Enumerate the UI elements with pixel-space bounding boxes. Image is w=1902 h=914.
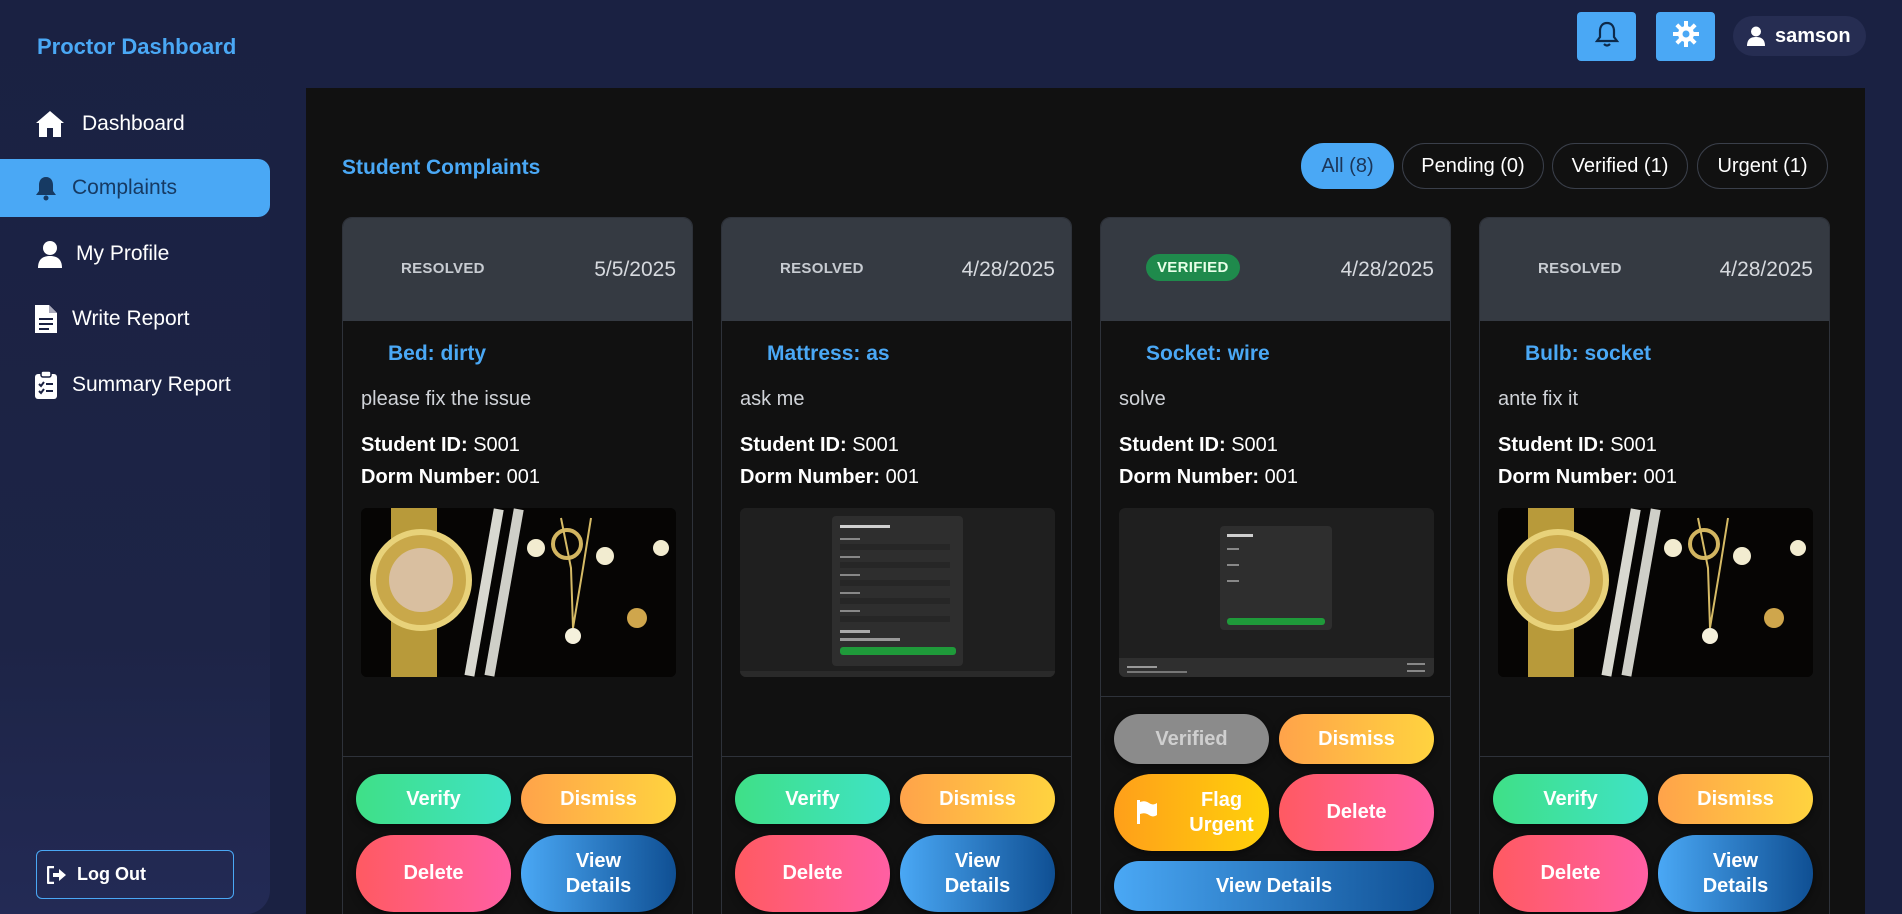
jewelry-photo	[361, 508, 676, 677]
status-badge: RESOLVED	[1538, 260, 1622, 277]
dorm-number: Dorm Number: 001	[361, 466, 540, 488]
user-menu[interactable]: samson	[1733, 16, 1866, 56]
verified-button[interactable]: Verified	[1114, 714, 1269, 764]
complaint-title: Mattress: as	[767, 342, 890, 365]
notifications-button[interactable]	[1577, 12, 1636, 61]
flag-urgent-label: Flag Urgent	[1189, 788, 1254, 836]
view-details-button[interactable]: View Details	[521, 835, 676, 912]
filter-verified[interactable]: Verified (1)	[1552, 143, 1688, 189]
logout-button[interactable]: Log Out	[36, 850, 234, 899]
status-badge: RESOLVED	[401, 260, 485, 277]
student-id: Student ID: S001	[1498, 434, 1657, 456]
delete-button[interactable]: Delete	[735, 835, 890, 912]
dorm-number: Dorm Number: 001	[1498, 466, 1677, 488]
jewelry-photo	[1498, 508, 1813, 677]
card-divider	[343, 756, 692, 757]
complaint-date: 4/28/2025	[1340, 258, 1434, 281]
filter-pending[interactable]: Pending (0)	[1402, 143, 1544, 189]
sidebar-item-label: Write Report	[72, 307, 190, 330]
bell-icon	[1594, 20, 1620, 53]
complaint-card: RESOLVED 4/28/2025 Mattress: as ask me S…	[721, 217, 1072, 914]
student-id: Student ID: S001	[740, 434, 899, 456]
brand-title: Proctor Dashboard	[37, 34, 237, 59]
sidebar-item-write-report[interactable]: Write Report	[0, 290, 270, 348]
dismiss-button[interactable]: Dismiss	[900, 774, 1055, 824]
complaint-image[interactable]	[740, 508, 1055, 677]
card-divider	[722, 756, 1071, 757]
gear-icon	[1672, 20, 1700, 53]
card-header: RESOLVED 5/5/2025	[343, 218, 692, 321]
card-header: RESOLVED 4/28/2025	[1480, 218, 1829, 321]
view-details-button[interactable]: View Details	[1658, 835, 1813, 912]
complaint-description: solve	[1119, 388, 1166, 410]
username: samson	[1775, 24, 1851, 47]
complaint-card: RESOLVED 4/28/2025 Bulb: socket ante fix…	[1479, 217, 1830, 914]
complaint-image[interactable]	[361, 508, 676, 677]
student-id: Student ID: S001	[1119, 434, 1278, 456]
card-divider	[1480, 756, 1829, 757]
dorm-number: Dorm Number: 001	[1119, 466, 1298, 488]
complaint-description: ask me	[740, 388, 805, 410]
user-icon	[34, 238, 66, 270]
card-divider	[1101, 696, 1450, 697]
dismiss-button[interactable]: Dismiss	[521, 774, 676, 824]
complaint-card: VERIFIED 4/28/2025 Socket: wire solve St…	[1100, 217, 1451, 914]
verify-button[interactable]: Verify	[356, 774, 511, 824]
filter-urgent[interactable]: Urgent (1)	[1697, 143, 1828, 189]
verify-button[interactable]: Verify	[1493, 774, 1648, 824]
logout-icon	[47, 864, 69, 886]
page-title: Student Complaints	[342, 156, 541, 179]
delete-button[interactable]: Delete	[1279, 774, 1434, 851]
complaint-date: 4/28/2025	[961, 258, 1055, 281]
card-header: RESOLVED 4/28/2025	[722, 218, 1071, 321]
complaint-title: Socket: wire	[1146, 342, 1270, 365]
complaint-description: ante fix it	[1498, 388, 1579, 410]
flag-icon	[1136, 800, 1158, 824]
sidebar-item-label: My Profile	[76, 242, 170, 265]
logout-label: Log Out	[77, 864, 146, 884]
student-id: Student ID: S001	[361, 434, 520, 456]
status-badge: VERIFIED	[1146, 254, 1240, 281]
sidebar-item-label: Complaints	[72, 176, 178, 199]
filter-all[interactable]: All (8)	[1301, 143, 1394, 189]
sidebar-item-label: Summary Report	[72, 373, 231, 396]
sidebar-item-label: Dashboard	[82, 112, 185, 135]
dismiss-button[interactable]: Dismiss	[1658, 774, 1813, 824]
dorm-number: Dorm Number: 001	[740, 466, 919, 488]
flag-urgent-button[interactable]: Flag Urgent	[1114, 774, 1269, 851]
bell-icon	[30, 172, 62, 204]
dismiss-button[interactable]: Dismiss	[1279, 714, 1434, 764]
complaint-card: RESOLVED 5/5/2025 Bed: dirty please fix …	[342, 217, 693, 914]
form-screenshot	[740, 508, 1055, 677]
sidebar-item-my-profile[interactable]: My Profile	[0, 225, 270, 283]
user-icon	[1747, 26, 1765, 46]
sidebar-item-summary-report[interactable]: Summary Report	[0, 356, 270, 414]
complaint-title: Bulb: socket	[1525, 342, 1652, 365]
form-screenshot	[1119, 508, 1434, 677]
sidebar: Proctor Dashboard Dashboard Complaints M…	[0, 0, 270, 914]
complaint-image[interactable]	[1498, 508, 1813, 677]
complaint-title: Bed: dirty	[388, 342, 487, 365]
card-header: VERIFIED 4/28/2025	[1101, 218, 1450, 321]
settings-button[interactable]	[1656, 12, 1715, 61]
clipboard-icon	[30, 369, 62, 401]
delete-button[interactable]: Delete	[1493, 835, 1648, 912]
main-panel: Student Complaints All (8) Pending (0) V…	[306, 88, 1865, 914]
sidebar-item-dashboard[interactable]: Dashboard	[0, 95, 270, 153]
delete-button[interactable]: Delete	[356, 835, 511, 912]
complaint-image[interactable]	[1119, 508, 1434, 677]
complaint-description: please fix the issue	[361, 388, 532, 410]
status-badge: RESOLVED	[780, 260, 864, 277]
view-details-button[interactable]: View Details	[1114, 861, 1434, 911]
home-icon	[34, 108, 66, 140]
sidebar-item-complaints[interactable]: Complaints	[0, 159, 270, 217]
document-icon	[30, 303, 62, 335]
verify-button[interactable]: Verify	[735, 774, 890, 824]
complaint-date: 4/28/2025	[1719, 258, 1813, 281]
complaint-date: 5/5/2025	[594, 258, 676, 281]
view-details-button[interactable]: View Details	[900, 835, 1055, 912]
